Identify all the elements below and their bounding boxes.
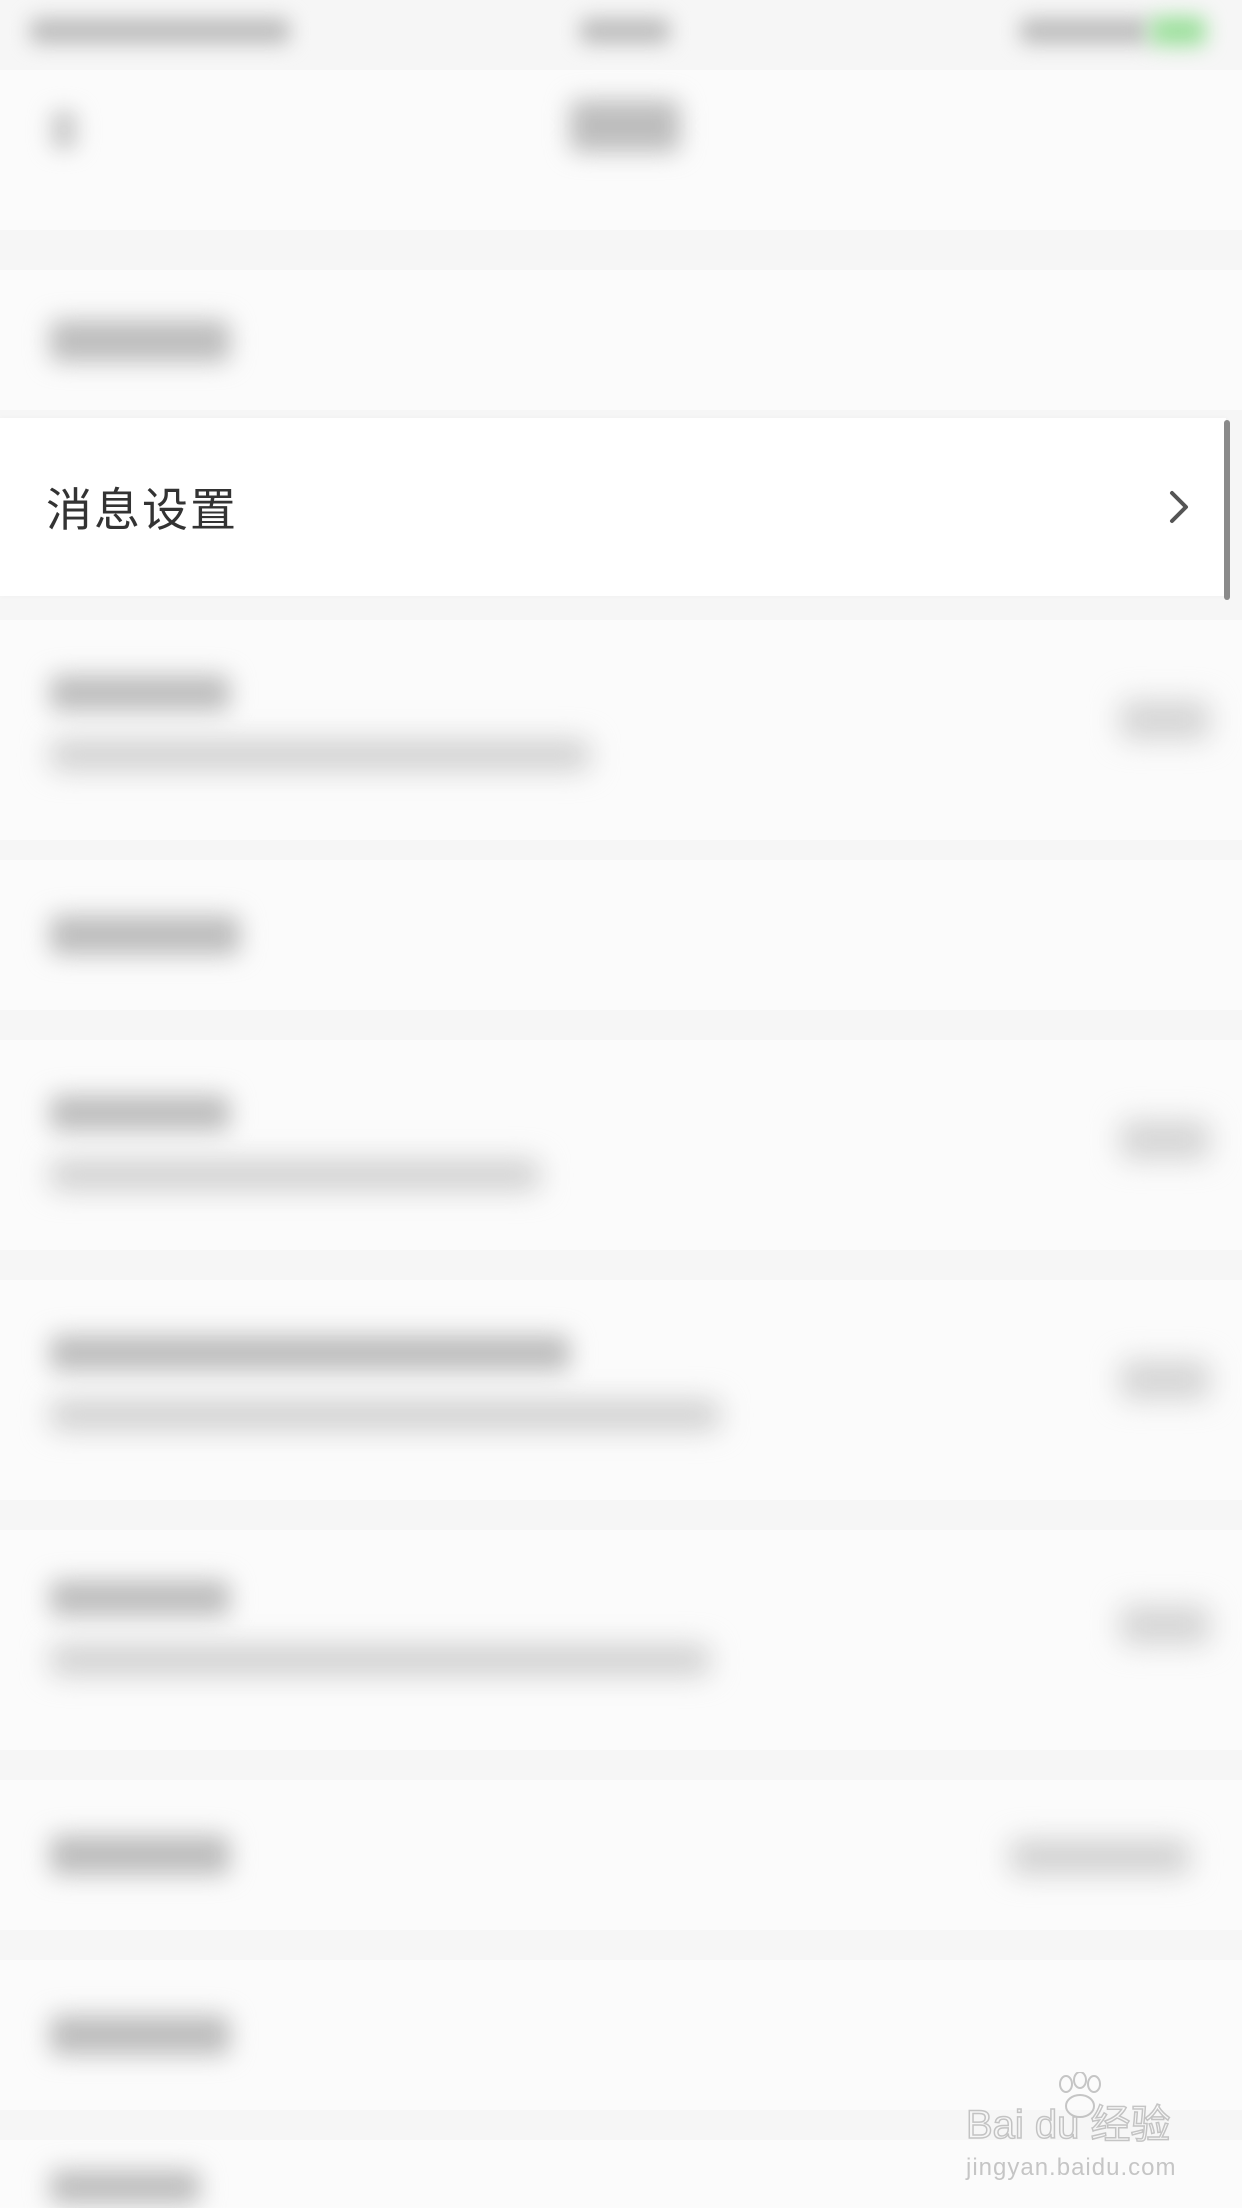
row-label-blur xyxy=(50,915,240,955)
row-label-blur xyxy=(50,675,230,711)
row-desc-blur xyxy=(50,740,590,770)
row-value-blur xyxy=(1120,1360,1210,1400)
watermark-url: jingyan.baidu.com xyxy=(966,2154,1177,2181)
message-settings-row[interactable]: 消息设置 xyxy=(0,418,1226,596)
list-item[interactable] xyxy=(0,1780,1242,1930)
navigation-bar xyxy=(0,70,1242,230)
row-label-blur xyxy=(50,1335,570,1371)
row-label-blur xyxy=(50,2170,200,2204)
baidu-paw-logo-icon: Bai du 经验 xyxy=(965,2071,1171,2148)
row-label-blur xyxy=(50,1095,230,1131)
status-icons-blur xyxy=(1020,18,1150,44)
carrier-signal-blur xyxy=(30,18,290,44)
list-item[interactable] xyxy=(0,860,1242,1010)
row-value-blur xyxy=(1120,700,1210,740)
nav-title-blur xyxy=(570,100,680,152)
row-label-blur xyxy=(50,1580,230,1616)
list-item[interactable] xyxy=(0,620,1242,840)
row-label-blur xyxy=(50,320,230,362)
list-item[interactable] xyxy=(0,1530,1242,1750)
chevron-right-icon xyxy=(1170,491,1188,523)
battery-icon xyxy=(1150,16,1206,46)
clock-blur xyxy=(580,18,670,44)
row-desc-blur xyxy=(50,1400,720,1430)
status-bar xyxy=(0,0,1242,70)
back-icon[interactable] xyxy=(50,110,78,150)
list-item[interactable] xyxy=(0,1040,1242,1250)
row-value-blur xyxy=(1120,1605,1210,1645)
watermark-brand: Bai du 经验 xyxy=(966,2103,1171,2147)
list-item[interactable] xyxy=(0,1280,1242,1500)
message-settings-label: 消息设置 xyxy=(46,483,238,537)
baidu-watermark: Bai du 经验 jingyan.baidu.com xyxy=(965,2071,1196,2182)
row-desc-blur xyxy=(50,1160,540,1190)
row-value-blur xyxy=(1120,1120,1210,1160)
row-value-blur xyxy=(1010,1840,1190,1874)
list-item[interactable] xyxy=(0,270,1242,410)
row-label-blur xyxy=(50,2015,230,2055)
row-desc-blur xyxy=(50,1645,710,1675)
row-label-blur xyxy=(50,1835,230,1875)
scrollbar[interactable] xyxy=(1224,420,1230,600)
